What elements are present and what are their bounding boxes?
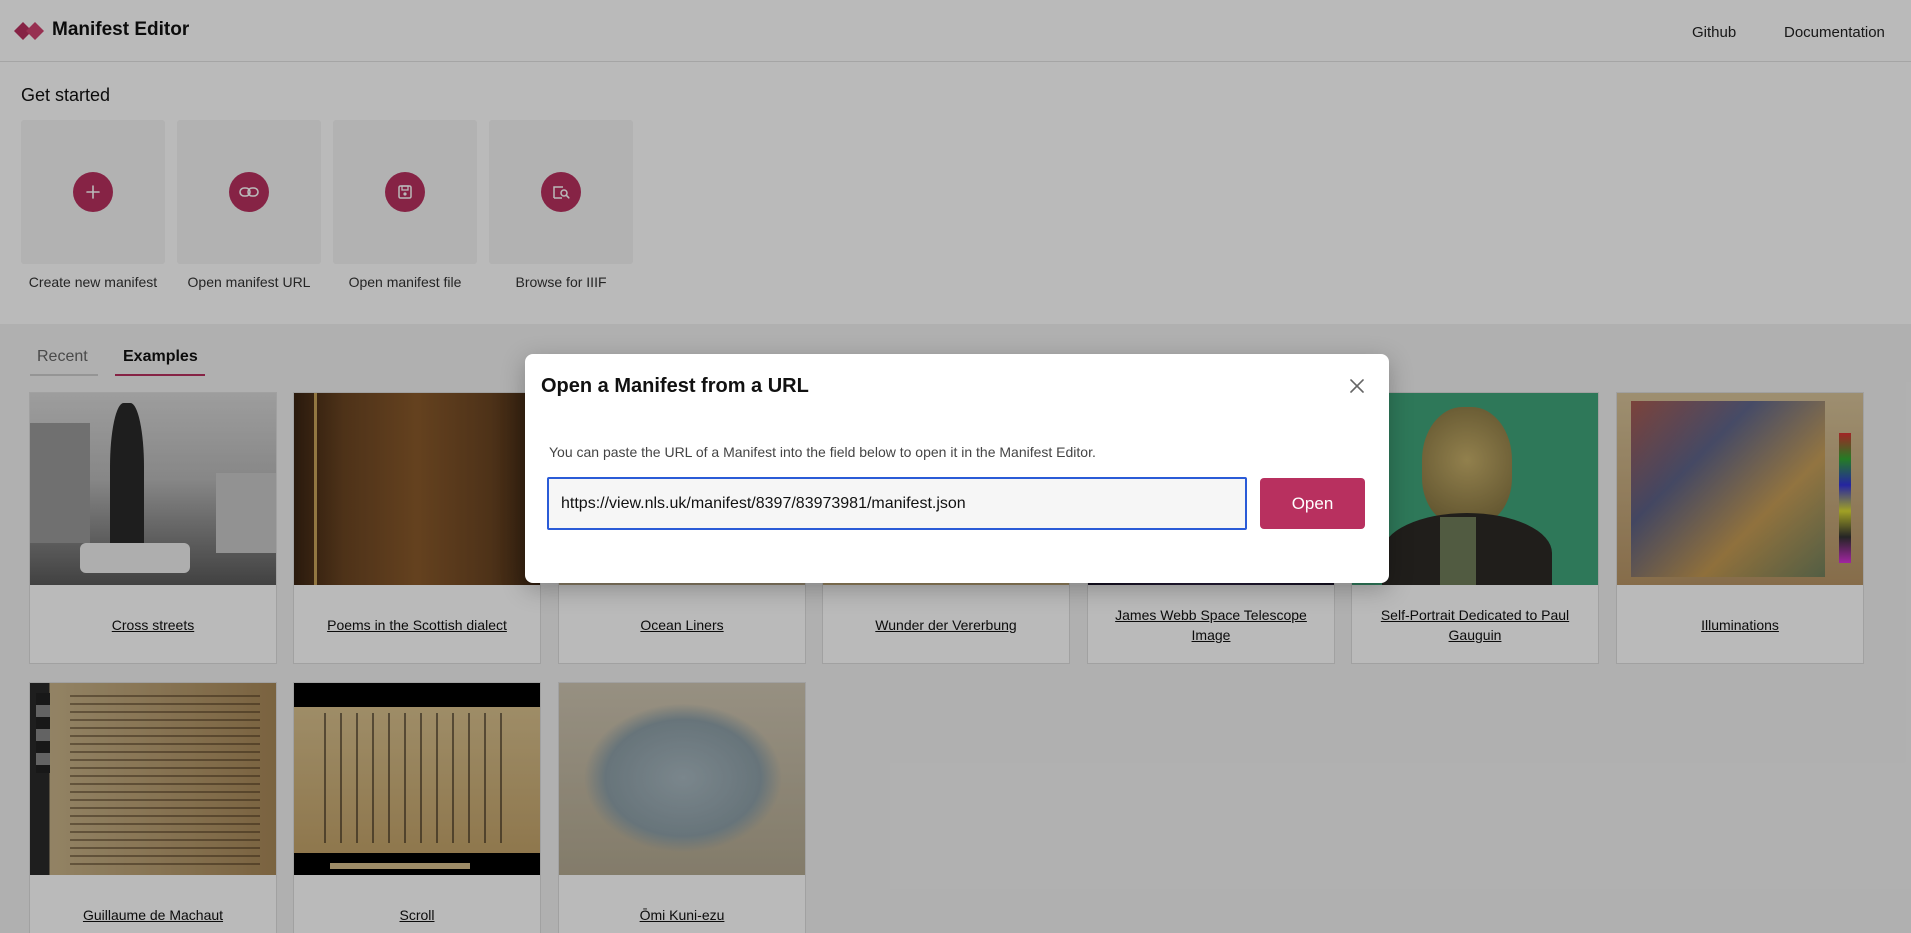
close-icon[interactable] (1345, 374, 1369, 398)
open-button[interactable]: Open (1260, 478, 1365, 529)
open-manifest-url-dialog: Open a Manifest from a URL You can paste… (525, 354, 1389, 583)
dialog-title: Open a Manifest from a URL (541, 375, 809, 397)
dialog-description: You can paste the URL of a Manifest into… (549, 444, 1096, 460)
manifest-url-input[interactable] (547, 477, 1247, 530)
